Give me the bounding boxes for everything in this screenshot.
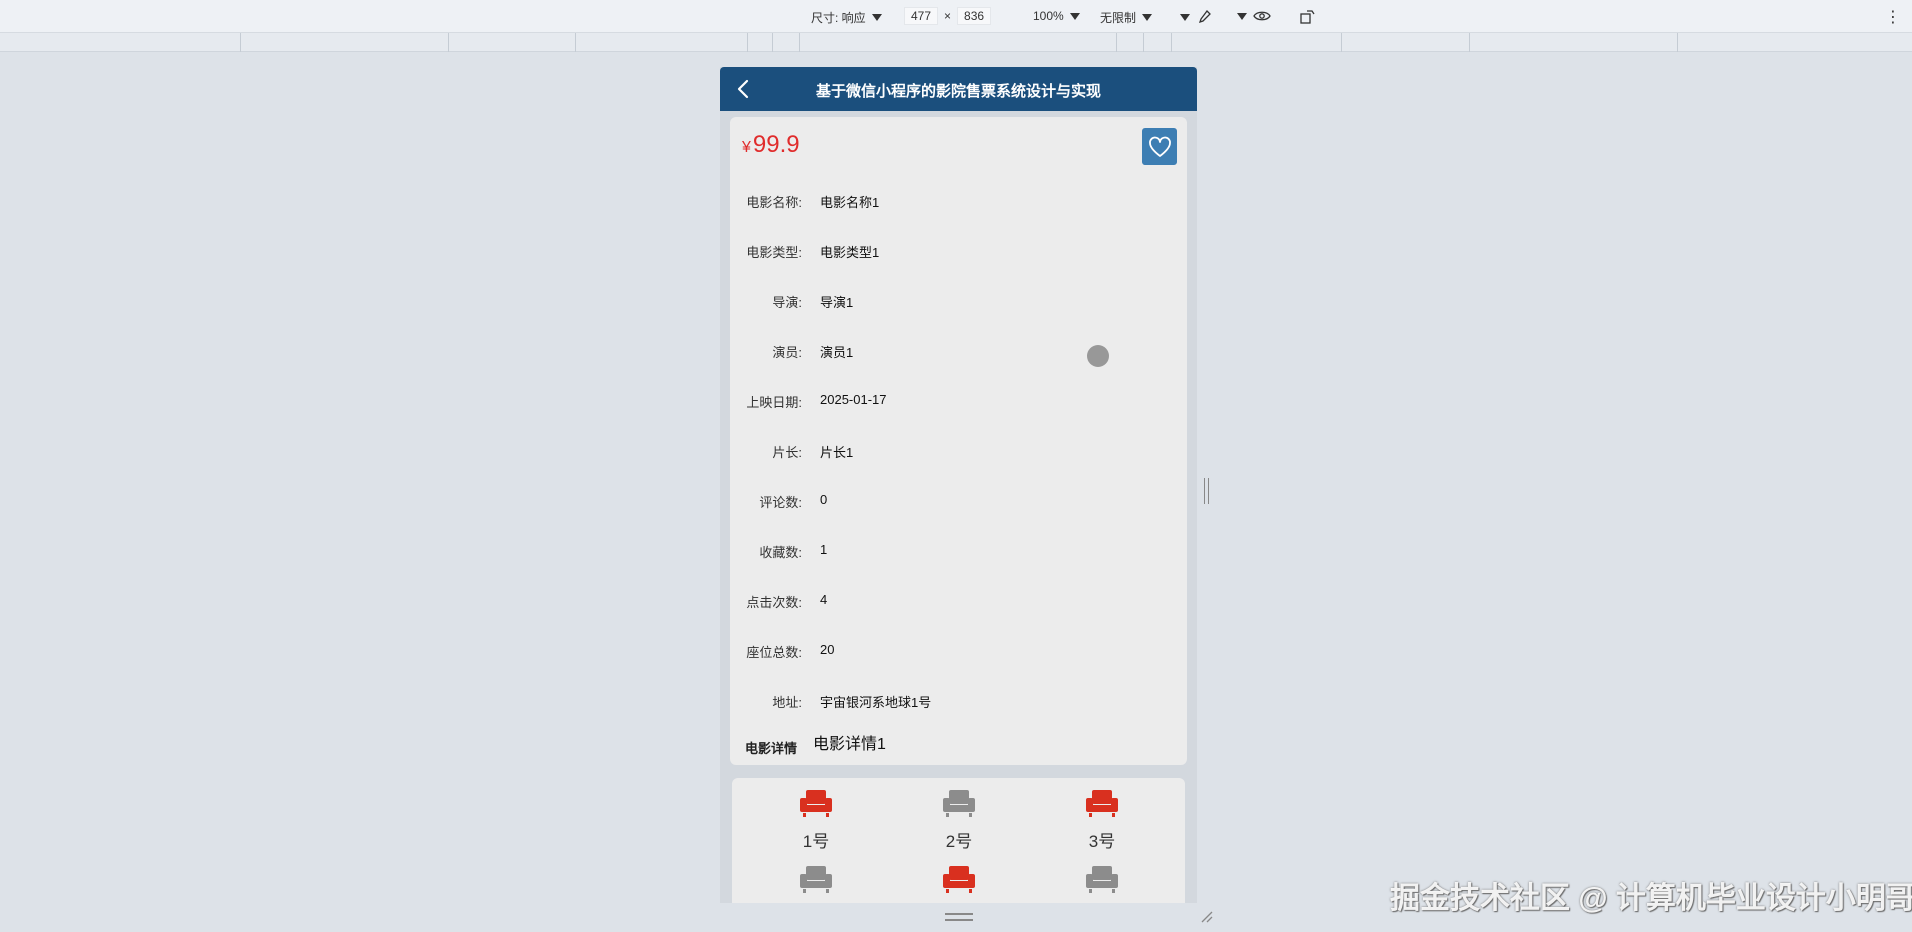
dimensions-dropdown[interactable]: 尺寸: 响应 — [811, 9, 882, 26]
field-release-date: 上映日期: 2025-01-17 — [730, 392, 1187, 412]
field-movie-name: 电影名称: 电影名称1 — [730, 192, 1187, 212]
seat-4[interactable] — [776, 864, 856, 899]
more-options-icon[interactable]: ⋮ — [1885, 7, 1901, 27]
heart-icon — [1148, 136, 1171, 157]
dimensions-label: 尺寸: 响应 — [811, 11, 866, 25]
seat-1[interactable]: 1号 — [776, 788, 856, 852]
armchair-icon — [1086, 790, 1118, 817]
rotate-button[interactable] — [1299, 9, 1317, 25]
watermark: 掘金技术社区 @ 计算机毕业设计小明哥 — [1390, 882, 1912, 915]
movie-info-card: ¥99.9 电影名称: 电影名称1 电影类型: 电影类型1 导演: 导演1 演员: 演员… — [730, 117, 1187, 765]
seat-grid: 1号 2号 3号 — [732, 778, 1185, 903]
times-label: × — [944, 9, 952, 23]
favorite-button[interactable] — [1142, 128, 1177, 165]
seat-3[interactable]: 3号 — [1062, 788, 1142, 852]
field-value: 4 — [820, 592, 828, 607]
field-label: 评论数: — [759, 495, 802, 510]
armchair-icon — [943, 790, 975, 817]
resize-handle-bottom[interactable] — [945, 913, 973, 921]
seat-5[interactable] — [919, 864, 999, 899]
field-value: 电影名称1 — [820, 195, 880, 210]
resize-corner-icon[interactable] — [1200, 910, 1214, 924]
chevron-down-icon — [871, 14, 882, 21]
field-value: 宇宙银河系地球1号 — [820, 695, 932, 710]
field-label: 点击次数: — [746, 595, 802, 610]
field-seat-total: 座位总数: 20 — [730, 642, 1187, 662]
field-label: 导演: — [772, 295, 802, 310]
chevron-down-icon — [1142, 14, 1153, 21]
price: ¥99.9 — [742, 131, 800, 159]
media-query-ruler — [0, 33, 1912, 52]
zoom-label: 100% — [1033, 9, 1064, 23]
field-value: 1 — [820, 542, 828, 557]
nav-bar: 基于微信小程序的影院售票系统设计与实现 — [720, 67, 1197, 111]
field-label: 电影名称: — [746, 195, 802, 210]
device-toolbar: 尺寸: 响应 477 × 836 100% 无限制 ⋮ — [0, 0, 1912, 33]
seat-6[interactable] — [1062, 864, 1142, 899]
eye-icon — [1253, 11, 1271, 21]
vision-button[interactable] — [1237, 9, 1271, 23]
field-label: 片长: — [772, 445, 802, 460]
field-director: 导演: 导演1 — [730, 292, 1187, 312]
detail-value: 电影详情1 — [813, 736, 886, 753]
price-value: 99.9 — [752, 131, 800, 158]
seat-label: 1号 — [802, 832, 830, 851]
eyedropper-icon — [1198, 10, 1211, 24]
field-duration: 片长: 片长1 — [730, 442, 1187, 462]
field-value: 0 — [820, 492, 828, 507]
field-label: 地址: — [772, 695, 802, 710]
field-value: 片长1 — [820, 445, 854, 460]
chevron-down-icon — [1237, 12, 1247, 20]
rotate-icon — [1300, 10, 1315, 24]
field-label: 电影类型: — [746, 245, 802, 260]
chevron-down-icon — [1069, 12, 1080, 20]
field-actor: 演员: 演员1 — [730, 342, 1187, 362]
seat-2[interactable]: 2号 — [919, 788, 999, 852]
height-input[interactable]: 836 — [957, 7, 992, 25]
armchair-icon — [1086, 866, 1118, 893]
chevron-down-icon — [1180, 13, 1190, 21]
detail-label: 电影详情 — [745, 741, 798, 756]
zoom-dropdown[interactable]: 100% — [1033, 9, 1080, 23]
field-label: 上映日期: — [746, 395, 802, 410]
armchair-icon — [800, 790, 832, 817]
field-value: 2025-01-17 — [820, 392, 887, 407]
currency-symbol: ¥ — [742, 139, 751, 156]
field-movie-type: 电影类型: 电影类型1 — [730, 242, 1187, 262]
field-label: 收藏数: — [759, 545, 802, 560]
seat-label: 2号 — [945, 832, 973, 851]
armchair-icon — [943, 866, 975, 893]
eyedropper-button[interactable] — [1180, 9, 1212, 25]
page-title: 基于微信小程序的影院售票系统设计与实现 — [815, 83, 1101, 100]
resize-handle-right[interactable] — [1204, 478, 1209, 504]
field-address: 地址: 宇宙银河系地球1号 — [730, 692, 1187, 712]
field-favorite-count: 收藏数: 1 — [730, 542, 1187, 562]
throttle-label: 无限制 — [1100, 11, 1137, 25]
field-comment-count: 评论数: 0 — [730, 492, 1187, 512]
width-input[interactable]: 477 — [904, 7, 939, 25]
field-click-count: 点击次数: 4 — [730, 592, 1187, 612]
field-value: 电影类型1 — [820, 245, 880, 260]
field-value: 导演1 — [820, 295, 854, 310]
device-viewport: 基于微信小程序的影院售票系统设计与实现 ¥99.9 电影名称: 电影名称1 电影类… — [720, 67, 1197, 903]
throttle-dropdown[interactable]: 无限制 — [1100, 9, 1153, 26]
armchair-icon — [800, 866, 832, 893]
field-label: 演员: — [772, 345, 802, 360]
seat-label: 3号 — [1088, 832, 1116, 851]
touch-cursor — [1087, 345, 1109, 367]
field-value: 演员1 — [820, 345, 854, 360]
field-value: 20 — [820, 642, 835, 657]
field-label: 座位总数: — [746, 645, 802, 660]
